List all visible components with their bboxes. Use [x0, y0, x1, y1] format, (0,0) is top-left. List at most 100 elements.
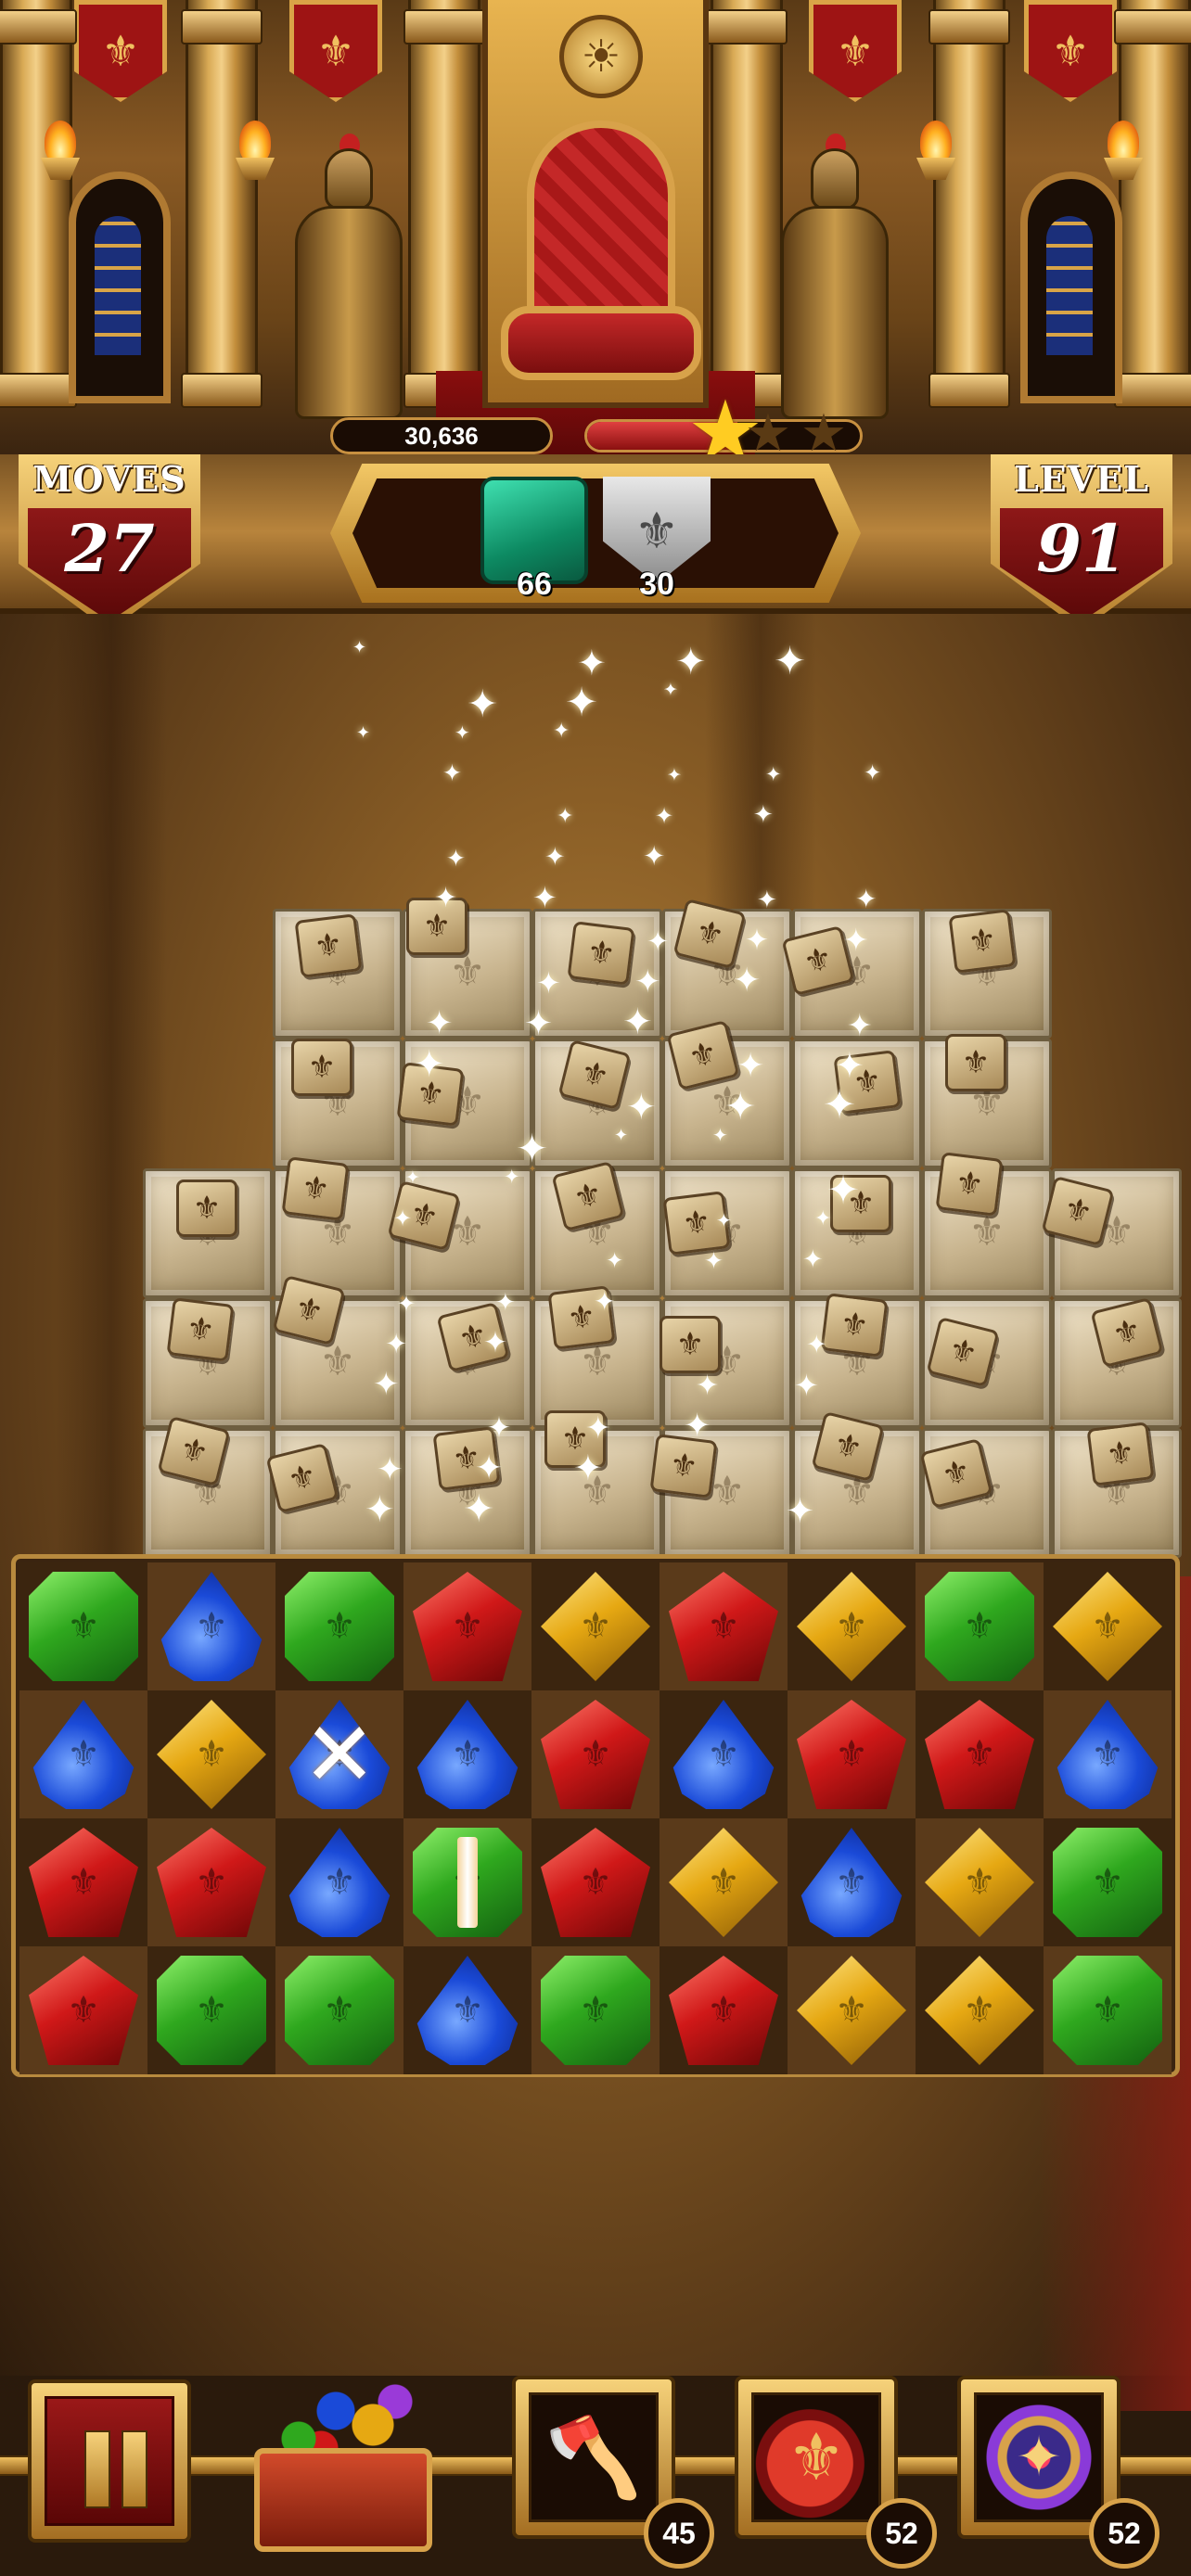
board-cell[interactable]: ⚜ — [275, 1562, 403, 1690]
blue-gem-icon[interactable]: ⚜ — [32, 1700, 134, 1809]
board-cell[interactable]: ⚜ — [531, 1818, 660, 1946]
parchment-tile-icon: ⚜ — [820, 1293, 889, 1358]
yellow-gem-icon[interactable]: ⚜ — [797, 1572, 906, 1681]
sparkle-icon: ✦ — [585, 1409, 611, 1446]
sparkle-icon: ✦ — [667, 765, 682, 785]
blue-gem-icon[interactable]: ⚜ — [672, 1700, 775, 1809]
board-cell[interactable]: ⚜ — [403, 1818, 531, 1946]
board-cell[interactable]: ⚜ — [788, 1818, 916, 1946]
board-cell[interactable]: ⚜ — [916, 1562, 1044, 1690]
green-gem-icon[interactable]: ⚜ — [157, 1956, 266, 2065]
sparkle-icon: ✦ — [843, 922, 869, 958]
pause-icon — [45, 2396, 174, 2526]
green-gem-icon[interactable]: ⚜ — [285, 1572, 394, 1681]
sparkle-icon: ✦ — [736, 1047, 765, 1085]
board-cell[interactable]: ⚜ — [403, 1562, 531, 1690]
board-cell[interactable]: ⚜ — [916, 1946, 1044, 2074]
parchment-tile-icon: ⚜ — [567, 921, 635, 986]
board-cell[interactable]: ⚜ — [1044, 1946, 1172, 2074]
sparkle-icon: ✦ — [606, 1249, 624, 1273]
yellow-gem-icon[interactable]: ⚜ — [797, 1956, 906, 2065]
board-cell[interactable]: ⚜ — [531, 1562, 660, 1690]
board-cell[interactable]: ⚜ — [275, 1946, 403, 2074]
sparkle-icon: ✦ — [397, 1291, 416, 1317]
board-cell[interactable]: ⚜ — [660, 1562, 788, 1690]
red-gem-icon[interactable]: ⚜ — [29, 1956, 138, 2065]
board-cell[interactable]: ⚜ — [19, 1946, 147, 2074]
blue-gem-icon[interactable]: ⚜ — [416, 1956, 519, 2065]
sparkle-icon: ✦ — [675, 641, 707, 683]
green-gem-icon[interactable]: ⚜ — [29, 1572, 138, 1681]
board-cell[interactable]: ⚜ — [788, 1946, 916, 2074]
sparkle-icon: ✦ — [802, 1245, 824, 1274]
yellow-gem-icon[interactable]: ⚜ — [541, 1572, 650, 1681]
yellow-gem-icon[interactable]: ⚜ — [1053, 1572, 1162, 1681]
sparkle-icon: ✦ — [524, 1003, 554, 1043]
treasure-chest-button[interactable] — [250, 2365, 436, 2556]
yellow-gem-icon[interactable]: ⚜ — [669, 1828, 778, 1937]
board-cell[interactable]: ⚜ — [19, 1818, 147, 1946]
green-gem-icon[interactable]: ⚜ — [1053, 1828, 1162, 1937]
board-cell[interactable]: ⚜ — [660, 1946, 788, 2074]
sparkle-icon: ✦ — [573, 1447, 603, 1488]
sparkle-icon: ✦ — [352, 638, 367, 657]
board-cell[interactable]: ⚜ — [147, 1946, 275, 2074]
sparkle-icon: ✦ — [647, 925, 670, 957]
red-gem-icon[interactable]: ⚜ — [797, 1700, 906, 1809]
board-cell[interactable]: ⚜ — [531, 1690, 660, 1818]
yellow-gem-icon[interactable]: ⚜ — [925, 1956, 1034, 2065]
red-gem-icon[interactable]: ⚜ — [541, 1828, 650, 1937]
board-cell[interactable]: ⚜ — [403, 1690, 531, 1818]
board-cell[interactable]: ⚜ — [1044, 1562, 1172, 1690]
board-cell[interactable]: ⚜ — [531, 1946, 660, 2074]
sparkle-icon: ✦ — [414, 1043, 445, 1086]
blue-gem-icon[interactable]: ⚜ — [288, 1828, 391, 1937]
red-gem-icon[interactable]: ⚜ — [413, 1572, 522, 1681]
red-gem-icon[interactable]: ⚜ — [925, 1700, 1034, 1809]
yellow-gem-icon[interactable]: ⚜ — [157, 1700, 266, 1809]
board-cell[interactable]: ⚜ — [147, 1818, 275, 1946]
board-cell[interactable]: ⚜ — [788, 1690, 916, 1818]
green-gem-icon[interactable]: ⚜ — [413, 1828, 522, 1937]
board-cell[interactable]: ⚜ — [788, 1562, 916, 1690]
board-cell[interactable]: ⚜ — [19, 1562, 147, 1690]
board-cell[interactable]: ⚜ — [275, 1690, 403, 1818]
board-cell[interactable]: ⚜ — [275, 1818, 403, 1946]
red-gem-icon[interactable]: ⚜ — [669, 1956, 778, 2065]
board-cell[interactable]: ⚜ — [1044, 1690, 1172, 1818]
sparkle-icon: ✦ — [557, 805, 574, 828]
green-gem-icon[interactable]: ⚜ — [541, 1956, 650, 2065]
board-cell[interactable]: ⚜ — [916, 1690, 1044, 1818]
pause-button[interactable] — [28, 2379, 191, 2543]
board-cell[interactable]: ⚜ — [19, 1690, 147, 1818]
board-cell[interactable]: ⚜ — [1044, 1818, 1172, 1946]
bomb-count-badge: 52 — [866, 2498, 937, 2569]
board-cell[interactable]: ⚜ — [403, 1946, 531, 2074]
blue-gem-icon[interactable]: ⚜ — [1057, 1700, 1159, 1809]
blue-gem-icon[interactable]: ⚜ — [160, 1572, 263, 1681]
board-cell[interactable]: ⚜ — [147, 1562, 275, 1690]
parchment-tile-icon: ⚜ — [176, 1180, 237, 1237]
board-cell[interactable]: ⚜ — [660, 1690, 788, 1818]
blue-gem-icon[interactable]: ⚜ — [288, 1700, 391, 1809]
green-gem-icon[interactable]: ⚜ — [1053, 1956, 1162, 2065]
red-gem-icon[interactable]: ⚜ — [541, 1700, 650, 1809]
sparkle-icon: ✦ — [716, 1209, 732, 1231]
red-gem-icon[interactable]: ⚜ — [669, 1572, 778, 1681]
parchment-tile-icon: ⚜ — [948, 909, 1017, 974]
green-gem-icon[interactable]: ⚜ — [925, 1572, 1034, 1681]
compass-count-badge: 52 — [1089, 2498, 1159, 2569]
board-cell[interactable]: ⚜ — [147, 1690, 275, 1818]
sparkle-icon: ✦ — [864, 761, 882, 785]
parchment-tile-icon: ⚜ — [945, 1034, 1006, 1091]
board-cell[interactable]: ⚜ — [916, 1818, 1044, 1946]
red-gem-icon[interactable]: ⚜ — [29, 1828, 138, 1937]
board-cell[interactable]: ⚜ — [660, 1818, 788, 1946]
green-gem-icon[interactable]: ⚜ — [285, 1956, 394, 2065]
red-gem-icon[interactable]: ⚜ — [157, 1828, 266, 1937]
blue-gem-icon[interactable]: ⚜ — [416, 1700, 519, 1809]
sparkle-icon: ✦ — [532, 880, 557, 915]
blue-gem-icon[interactable]: ⚜ — [800, 1828, 903, 1937]
sparkle-icon: ✦ — [626, 1087, 657, 1129]
yellow-gem-icon[interactable]: ⚜ — [925, 1828, 1034, 1937]
